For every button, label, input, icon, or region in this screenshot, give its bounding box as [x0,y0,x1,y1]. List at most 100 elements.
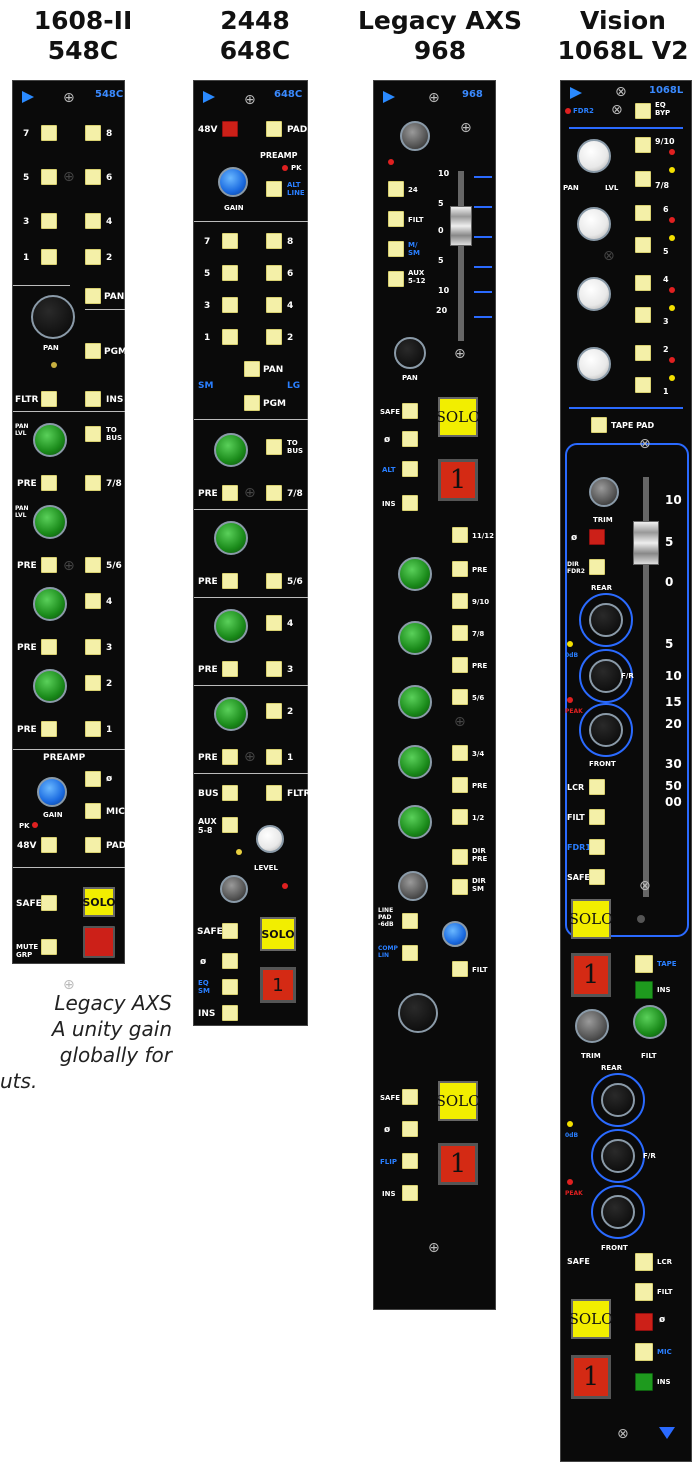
mic-button[interactable] [85,803,101,819]
send-1-button[interactable] [85,721,101,737]
trim2-knob[interactable] [398,871,428,901]
phase-button[interactable] [589,529,605,545]
lcr-button[interactable] [589,779,605,795]
pre-78-button[interactable] [222,485,238,501]
send-1-button[interactable] [266,749,282,765]
pre-34-button[interactable] [222,661,238,677]
mic-button[interactable] [635,1343,653,1361]
aux-34-button[interactable] [452,745,468,761]
aux-56-knob[interactable] [33,505,67,539]
b24-button[interactable] [388,181,404,197]
send-4-button[interactable] [635,275,651,291]
safe-button[interactable] [402,403,418,419]
bus-2-button[interactable] [85,249,101,265]
pre-910-button[interactable] [635,171,651,187]
bus-6-button[interactable] [85,169,101,185]
safe-button[interactable] [41,895,57,911]
bus-4-button[interactable] [266,297,282,313]
ins-button[interactable] [222,1005,238,1021]
pre-78-button[interactable] [452,657,468,673]
rear2-knob[interactable] [601,1083,635,1117]
send-3-button[interactable] [635,307,651,323]
pre-56-button[interactable] [41,557,57,573]
solo-button[interactable]: SOLO [260,917,296,951]
48v-button[interactable] [222,121,238,137]
send-34-knob[interactable] [577,277,611,311]
send-3-button[interactable] [266,661,282,677]
aux-910-knob[interactable] [398,621,432,655]
ins2-button[interactable] [635,1373,653,1391]
solo-button[interactable]: SOLO [436,397,480,437]
bus-3-button[interactable] [41,213,57,229]
fr-knob[interactable] [589,659,623,693]
phase2-button[interactable] [635,1313,653,1331]
phase-button[interactable] [85,771,101,787]
dir-pre-button[interactable] [452,849,468,865]
aux-56-knob[interactable] [214,521,248,555]
send-78-button[interactable] [266,485,282,501]
dir-sm-button[interactable] [452,879,468,895]
solo2-button[interactable]: SOLO [569,1299,613,1339]
phase2-button[interactable] [402,1121,418,1137]
aux-button[interactable] [222,817,238,833]
solo-button[interactable]: SOLO [569,899,613,939]
ins2-button[interactable] [402,1185,418,1201]
pre-12-button[interactable] [41,721,57,737]
bus-1-button[interactable] [222,329,238,345]
ins-button[interactable] [402,495,418,511]
mute-grp-button[interactable] [41,939,57,955]
pre-1112-button[interactable] [452,561,468,577]
send-56-button[interactable] [85,557,101,573]
aux-34-knob[interactable] [33,587,67,621]
fdr1-button[interactable] [589,839,605,855]
ins-button[interactable] [635,981,653,999]
aux-78-button[interactable] [452,625,468,641]
pre-12-button[interactable] [222,749,238,765]
ins-button[interactable] [85,391,101,407]
filt-button[interactable] [388,211,404,227]
to-bus-button[interactable] [266,439,282,455]
solo2-button[interactable]: SOLO [436,1081,480,1121]
send-56-button[interactable] [266,573,282,589]
send-1-button[interactable] [635,377,651,393]
filt-button[interactable] [589,809,605,825]
aux-1112-button[interactable] [452,527,468,543]
eq-byp-button[interactable] [635,103,651,119]
pan-button[interactable] [85,288,101,304]
flip-button[interactable] [402,1153,418,1169]
pan-button[interactable] [244,361,260,377]
trim-knob[interactable] [589,477,619,507]
send-2-button[interactable] [266,703,282,719]
trim-knob[interactable] [400,121,430,151]
pan-knob[interactable] [31,295,75,339]
filt2-knob[interactable] [633,1005,667,1039]
filt-knob[interactable] [442,921,468,947]
fltr-button[interactable] [41,391,57,407]
send-3-button[interactable] [85,639,101,655]
send-5-button[interactable] [635,237,651,253]
aux-12-knob[interactable] [214,697,248,731]
aux-button[interactable] [388,271,404,287]
front-knob[interactable] [589,713,623,747]
level-knob[interactable] [256,825,284,853]
bus-6-button[interactable] [266,265,282,281]
aux-56-knob[interactable] [398,685,432,719]
line-pad-button[interactable] [402,913,418,929]
48v-button[interactable] [41,837,57,853]
rear-knob[interactable] [589,603,623,637]
bus-8-button[interactable] [85,125,101,141]
trim2-knob[interactable] [575,1009,609,1043]
filt2-button[interactable] [452,961,468,977]
pad-button[interactable] [85,837,101,853]
send-78-button[interactable] [85,475,101,491]
solo-button[interactable]: SOLO [82,887,116,917]
send-4-button[interactable] [266,615,282,631]
safe2-button[interactable] [402,1089,418,1105]
bus-2-button[interactable] [266,329,282,345]
mute-button[interactable] [83,926,115,958]
aux-34-knob[interactable] [214,609,248,643]
send-56-knob[interactable] [577,207,611,241]
tape-button[interactable] [635,955,653,973]
chevron-down-icon[interactable] [659,1427,675,1439]
gain-knob[interactable] [218,167,248,197]
